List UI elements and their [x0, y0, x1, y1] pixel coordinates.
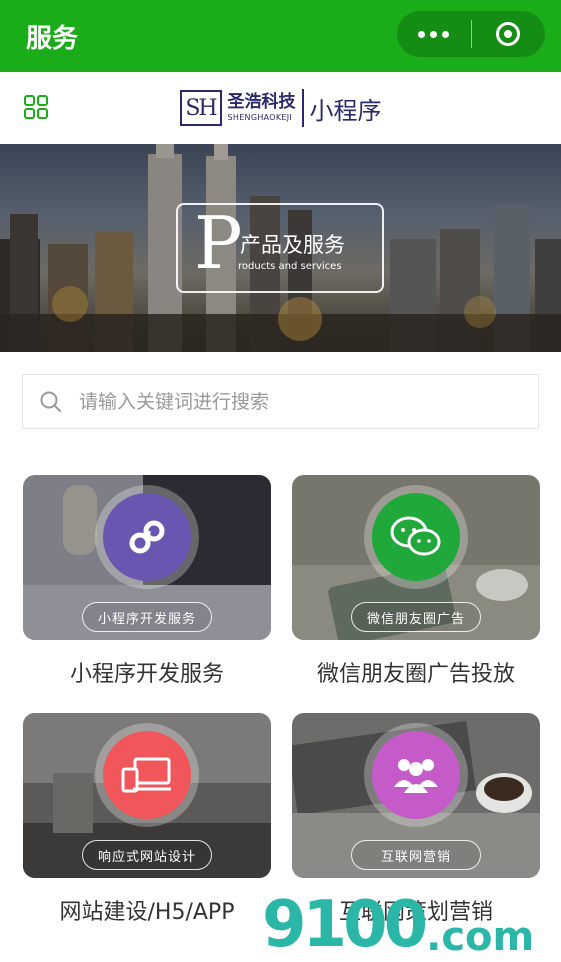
- search-icon: [40, 391, 62, 412]
- banner-letter: P: [194, 201, 243, 285]
- app-header: SH 圣浩科技 SHENGHAOKEJI 小程序: [0, 72, 561, 144]
- watermark-domain: .com: [426, 914, 535, 960]
- service-caption[interactable]: 网站建设/H5/APP: [12, 894, 282, 926]
- grid-menu-icon[interactable]: [24, 95, 48, 119]
- service-card-website[interactable]: 响应式网站设计: [23, 713, 271, 878]
- top-bar: 服务: [0, 0, 561, 72]
- logo-text: 圣浩科技 SHENGHAOKEJI: [228, 94, 296, 122]
- service-caption[interactable]: 小程序开发服务: [12, 656, 282, 688]
- brand-logo: SH 圣浩科技 SHENGHAOKEJI 小程序: [179, 89, 382, 127]
- people-icon: [372, 731, 460, 819]
- logo-name-en: SHENGHAOKEJI: [227, 113, 293, 122]
- service-card-wechat-ads[interactable]: 微信朋友圈广告: [292, 475, 540, 640]
- service-caption[interactable]: 微信朋友圈广告投放: [281, 656, 551, 688]
- watermark-digits: 9100: [262, 888, 428, 962]
- service-pill: 响应式网站设计: [82, 840, 212, 870]
- page-title: 服务: [26, 23, 79, 54]
- search-input[interactable]: [77, 389, 538, 414]
- mini-program-icon: [103, 493, 191, 581]
- logo-mark: SH: [179, 90, 222, 126]
- service-pill: 互联网营销: [351, 840, 481, 870]
- hero-banner: P 产品及服务 roducts and services: [0, 144, 561, 352]
- more-button[interactable]: [397, 11, 471, 57]
- logo-divider: [301, 89, 304, 127]
- banner-subtitle: roducts and services: [238, 261, 342, 272]
- mini-program-capsule: [397, 11, 545, 57]
- service-card-mini-program[interactable]: 小程序开发服务: [23, 475, 271, 640]
- banner-title: 产品及服务: [240, 233, 345, 257]
- service-card-marketing[interactable]: 互联网营销: [292, 713, 540, 878]
- banner-title-box: P 产品及服务 roducts and services: [176, 203, 384, 293]
- close-target-icon: [496, 22, 521, 46]
- icon-ring: [95, 485, 199, 589]
- search-bar[interactable]: [22, 374, 539, 429]
- devices-icon: [103, 731, 191, 819]
- icon-ring: [364, 485, 468, 589]
- service-pill: 微信朋友圈广告: [351, 602, 481, 632]
- logo-name-cn: 圣浩科技: [227, 92, 296, 112]
- icon-ring: [364, 723, 468, 827]
- close-button[interactable]: [472, 11, 546, 57]
- watermark: 9100 .com: [262, 893, 534, 957]
- wechat-icon: [372, 493, 460, 581]
- icon-ring: [95, 723, 199, 827]
- logo-mini-program: 小程序: [309, 96, 382, 125]
- more-dots-icon: [418, 30, 450, 38]
- service-pill: 小程序开发服务: [82, 602, 212, 632]
